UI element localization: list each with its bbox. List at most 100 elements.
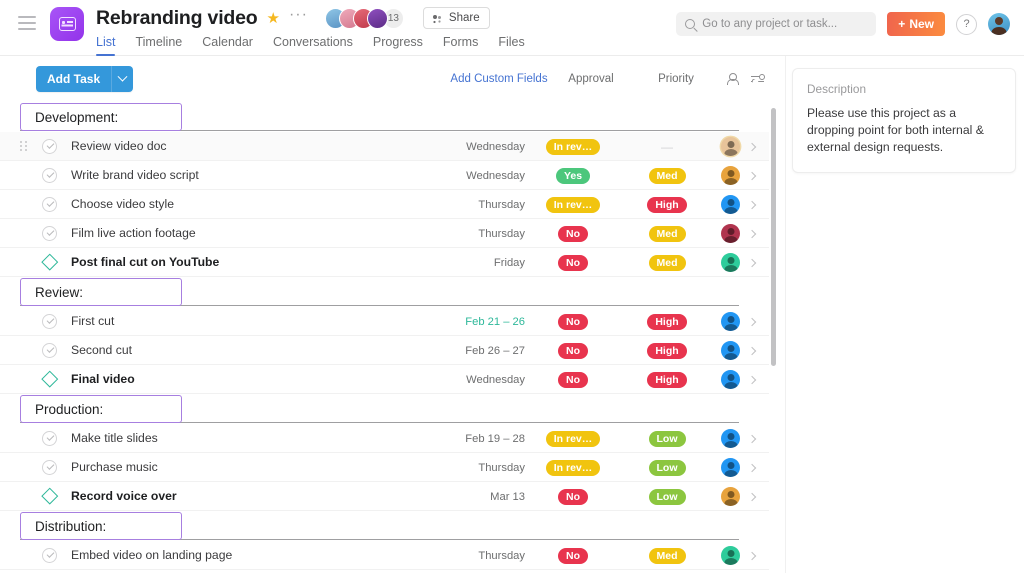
chevron-right-icon[interactable] (747, 317, 757, 326)
task-row[interactable]: Review video doc Wednesday In rev… — (0, 132, 769, 161)
assignee-avatar[interactable] (721, 429, 740, 448)
assignee-filter-button[interactable] (719, 73, 745, 85)
vertical-scrollbar[interactable] (771, 108, 776, 366)
avatar[interactable] (366, 7, 388, 29)
tab-forms[interactable]: Forms (443, 35, 478, 56)
add-task-dropdown-button[interactable] (111, 66, 134, 92)
help-button[interactable]: ? (956, 13, 977, 35)
priority-cell[interactable]: Med (621, 254, 713, 271)
priority-cell[interactable]: Low (621, 430, 713, 447)
approval-cell[interactable]: No (525, 225, 621, 242)
priority-empty[interactable]: — (661, 140, 673, 154)
due-date[interactable]: Thursday (478, 550, 525, 562)
chevron-right-icon[interactable] (747, 492, 757, 501)
assignee-avatar[interactable] (721, 195, 740, 214)
section-title-box[interactable]: Review: (20, 278, 182, 306)
priority-cell[interactable]: — (621, 140, 713, 154)
approval-badge[interactable]: No (558, 254, 588, 271)
assignee-avatar[interactable] (721, 458, 740, 477)
complete-task-checkbox[interactable] (42, 459, 57, 475)
chevron-right-icon[interactable] (747, 142, 757, 151)
star-icon[interactable]: ★ (266, 11, 279, 26)
due-date[interactable]: Feb 21 – 26 (465, 316, 525, 328)
priority-cell[interactable]: Low (621, 488, 713, 505)
assignee-avatar[interactable] (721, 166, 740, 185)
tab-calendar[interactable]: Calendar (202, 35, 253, 56)
priority-badge[interactable]: Med (648, 547, 686, 564)
description-card[interactable]: Description Please use this project as a… (792, 68, 1016, 173)
approval-cell[interactable]: No (525, 313, 621, 330)
approval-cell[interactable]: No (525, 488, 621, 505)
task-name[interactable]: Film live action footage (71, 226, 196, 240)
approval-cell[interactable]: In rev… (525, 196, 621, 213)
column-add-custom-fields[interactable]: Add Custom Fields (449, 73, 549, 85)
approval-cell[interactable]: Yes (525, 167, 621, 184)
approval-badge[interactable]: No (558, 371, 588, 388)
task-row[interactable]: Embed video on landing page Thursday No Med (0, 541, 769, 570)
priority-badge[interactable]: Low (648, 459, 686, 476)
priority-badge[interactable]: Med (648, 167, 686, 184)
priority-cell[interactable]: High (621, 371, 713, 388)
assignee-avatar[interactable] (721, 137, 740, 156)
approval-cell[interactable]: In rev… (525, 138, 621, 155)
due-date[interactable]: Wednesday (466, 170, 525, 182)
chevron-right-icon[interactable] (747, 229, 757, 238)
task-row[interactable]: Film live action footage Thursday No Med (0, 219, 769, 248)
priority-cell[interactable]: High (621, 196, 713, 213)
add-task-button[interactable]: Add Task (36, 66, 112, 92)
complete-task-checkbox[interactable] (42, 342, 57, 358)
approval-badge[interactable]: No (558, 313, 588, 330)
milestone-diamond-icon[interactable] (42, 255, 57, 270)
milestone-diamond-icon[interactable] (42, 372, 57, 387)
due-date[interactable]: Thursday (478, 462, 525, 474)
tab-timeline[interactable]: Timeline (135, 35, 182, 56)
chevron-right-icon[interactable] (747, 171, 757, 180)
tab-progress[interactable]: Progress (373, 35, 423, 56)
priority-badge[interactable]: Med (648, 254, 686, 271)
task-name[interactable]: Embed video on landing page (71, 548, 232, 562)
share-button[interactable]: Share (422, 7, 490, 29)
due-date[interactable]: Wednesday (466, 374, 525, 386)
task-name[interactable]: Choose video style (71, 197, 174, 211)
task-row[interactable]: Choose video style Thursday In rev… High (0, 190, 769, 219)
approval-badge[interactable]: In rev… (545, 430, 601, 447)
due-date[interactable]: Feb 26 – 27 (465, 345, 525, 357)
task-name[interactable]: Purchase music (71, 460, 158, 474)
task-name[interactable]: Make title slides (71, 431, 158, 445)
task-row[interactable]: Make title slides Feb 19 – 28 In rev… Low (0, 424, 769, 453)
assignee-avatar[interactable] (721, 312, 740, 331)
more-options-icon[interactable]: ··· (289, 7, 308, 26)
approval-badge[interactable]: No (558, 488, 588, 505)
chevron-right-icon[interactable] (747, 463, 757, 472)
approval-badge[interactable]: In rev… (545, 196, 601, 213)
chevron-right-icon[interactable] (747, 258, 757, 267)
task-name[interactable]: First cut (71, 314, 114, 328)
drag-handle-icon[interactable] (20, 141, 28, 152)
task-row[interactable]: Purchase music Thursday In rev… Low (0, 453, 769, 482)
complete-task-checkbox[interactable] (42, 225, 57, 241)
new-button[interactable]: + New (887, 12, 945, 36)
hamburger-icon[interactable] (18, 16, 36, 30)
priority-cell[interactable]: Low (621, 459, 713, 476)
priority-badge[interactable]: High (647, 342, 687, 359)
section-title-box[interactable]: Distribution: (20, 512, 182, 540)
due-date[interactable]: Wednesday (466, 141, 525, 153)
due-date[interactable]: Thursday (478, 199, 525, 211)
tab-files[interactable]: Files (498, 35, 524, 56)
complete-task-checkbox[interactable] (42, 430, 57, 446)
complete-task-checkbox[interactable] (42, 167, 57, 183)
due-date[interactable]: Friday (494, 257, 525, 269)
milestone-diamond-icon[interactable] (42, 489, 57, 504)
user-avatar[interactable] (988, 13, 1010, 35)
complete-task-checkbox[interactable] (42, 313, 57, 329)
approval-badge[interactable]: In rev… (545, 459, 601, 476)
section-title-box[interactable]: Production: (20, 395, 182, 423)
assignee-avatar[interactable] (721, 253, 740, 272)
priority-cell[interactable]: Med (621, 167, 713, 184)
priority-cell[interactable]: High (621, 313, 713, 330)
chevron-right-icon[interactable] (747, 434, 757, 443)
priority-cell[interactable]: Med (621, 225, 713, 242)
priority-badge[interactable]: Low (648, 430, 686, 447)
priority-badge[interactable]: Med (648, 225, 686, 242)
tab-conversations[interactable]: Conversations (273, 35, 353, 56)
